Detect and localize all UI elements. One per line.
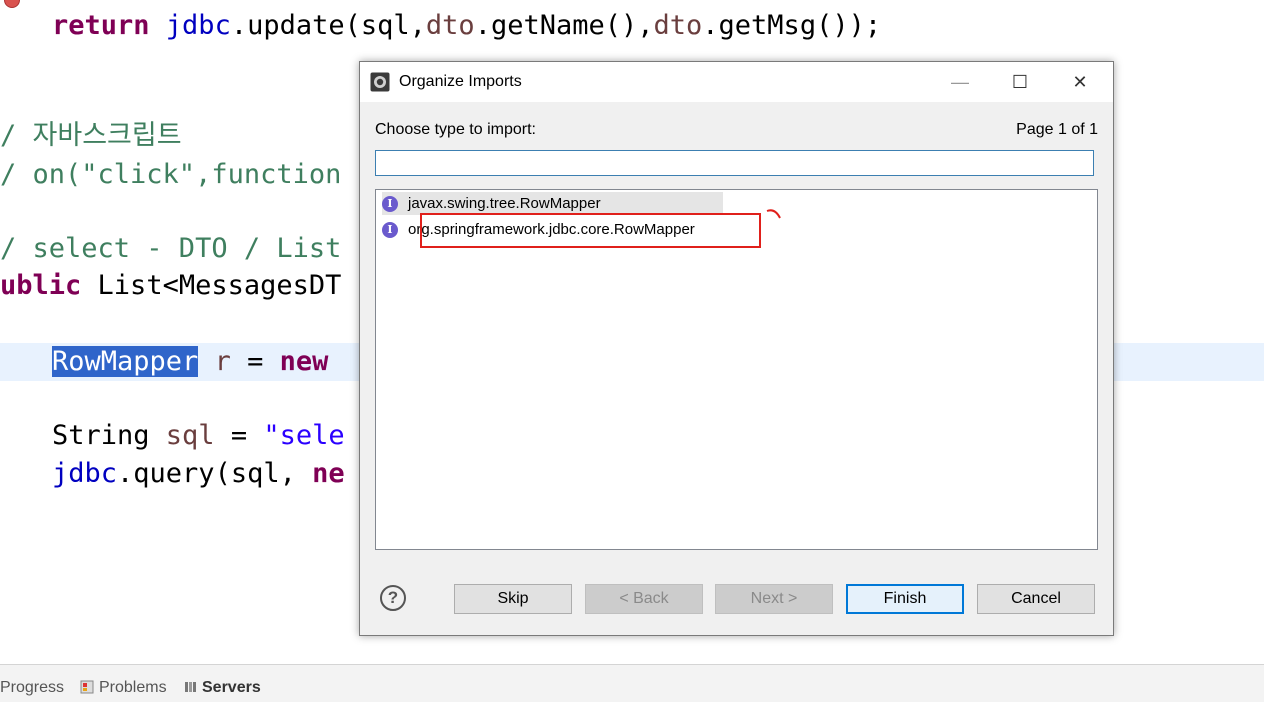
close-button[interactable]: ✕ [1057, 62, 1103, 102]
code-token: ne [312, 458, 345, 489]
problems-icon [80, 680, 94, 694]
code-line[interactable]: RowMapper r = new [52, 344, 328, 380]
list-item[interactable]: I javax.swing.tree.RowMapper [382, 192, 723, 215]
code-token: dto [653, 10, 703, 41]
eclipse-icon [370, 72, 390, 92]
code-line[interactable]: return jdbc.update(sql,dto.getName(),dto… [52, 8, 881, 44]
code-line[interactable]: / on("click",function [0, 157, 341, 193]
code-token: / select - DTO / List [0, 233, 342, 264]
code-line[interactable]: jdbc.query(sql, ne [52, 456, 345, 492]
type-filter-input[interactable] [375, 150, 1094, 176]
code-token: . [230, 10, 248, 41]
finish-button[interactable]: Finish [846, 584, 964, 614]
selected-token: RowMapper [52, 346, 199, 377]
cancel-button[interactable]: Cancel [977, 584, 1095, 614]
dialog-title: Organize Imports [399, 73, 522, 90]
interface-icon: I [382, 221, 398, 238]
code-token: r [198, 346, 231, 377]
code-token: List<MessagesDT [97, 270, 342, 301]
code-line[interactable]: ublic List<MessagesDT [0, 268, 341, 304]
highlight-annotation-box [420, 213, 761, 248]
code-token: jdbc [52, 458, 118, 489]
tab-progress[interactable]: Progress [0, 679, 64, 697]
code-line[interactable]: String sql = "sele [52, 418, 345, 454]
code-token: / on("click",function [0, 159, 342, 190]
close-icon: ✕ [1072, 71, 1088, 92]
code-token: update(sql, [247, 10, 426, 41]
minimize-icon: — [951, 71, 969, 92]
code-line[interactable]: / 자바스크립트 [0, 118, 182, 154]
code-line[interactable]: / select - DTO / List [0, 231, 341, 267]
code-token: sql [165, 420, 215, 451]
tab-problems[interactable]: Problems [80, 679, 167, 697]
code-token: = [214, 420, 264, 451]
tab-progress-label: Progress [0, 679, 65, 696]
tab-servers-label: Servers [202, 679, 261, 696]
next-button[interactable]: Next > [715, 584, 833, 614]
code-token: dto [425, 10, 475, 41]
interface-icon: I [382, 195, 398, 212]
page-info: Page 1 of 1 [1016, 121, 1098, 138]
code-token: new [279, 346, 329, 377]
back-button[interactable]: < Back [585, 584, 703, 614]
servers-icon [185, 682, 196, 692]
code-token: jdbc [165, 10, 231, 41]
code-token: / 자바스크립트 [0, 120, 182, 151]
tab-servers[interactable]: Servers [183, 679, 261, 697]
type-list[interactable]: I javax.swing.tree.RowMapper I org.sprin… [375, 189, 1098, 550]
minimize-button[interactable]: — [937, 62, 983, 102]
help-icon[interactable]: ? [380, 585, 406, 611]
code-token: String [52, 420, 166, 451]
bottom-panel-tabs: Progress Problems Servers [0, 664, 1264, 702]
code-token: .getName(), [474, 10, 654, 41]
dialog-titlebar[interactable]: Organize Imports — ☐ ✕ [360, 62, 1113, 102]
error-marker-icon[interactable] [4, 0, 20, 8]
code-token: = [230, 346, 280, 377]
code-token: .query(sql, [117, 458, 313, 489]
annotation-stroke [766, 209, 781, 219]
choose-type-label: Choose type to import: [375, 121, 536, 138]
skip-button[interactable]: Skip [454, 584, 572, 614]
code-token: .getMsg()); [702, 10, 882, 41]
organize-imports-dialog: Organize Imports — ☐ ✕ Choose type to im… [359, 61, 1114, 636]
maximize-icon: ☐ [1011, 71, 1029, 92]
code-token: return [52, 10, 166, 41]
tab-problems-label: Problems [99, 679, 167, 696]
maximize-button[interactable]: ☐ [997, 62, 1043, 102]
code-token: ublic [0, 270, 98, 301]
code-token: "sele [263, 420, 345, 451]
list-item-label: javax.swing.tree.RowMapper [408, 195, 601, 212]
